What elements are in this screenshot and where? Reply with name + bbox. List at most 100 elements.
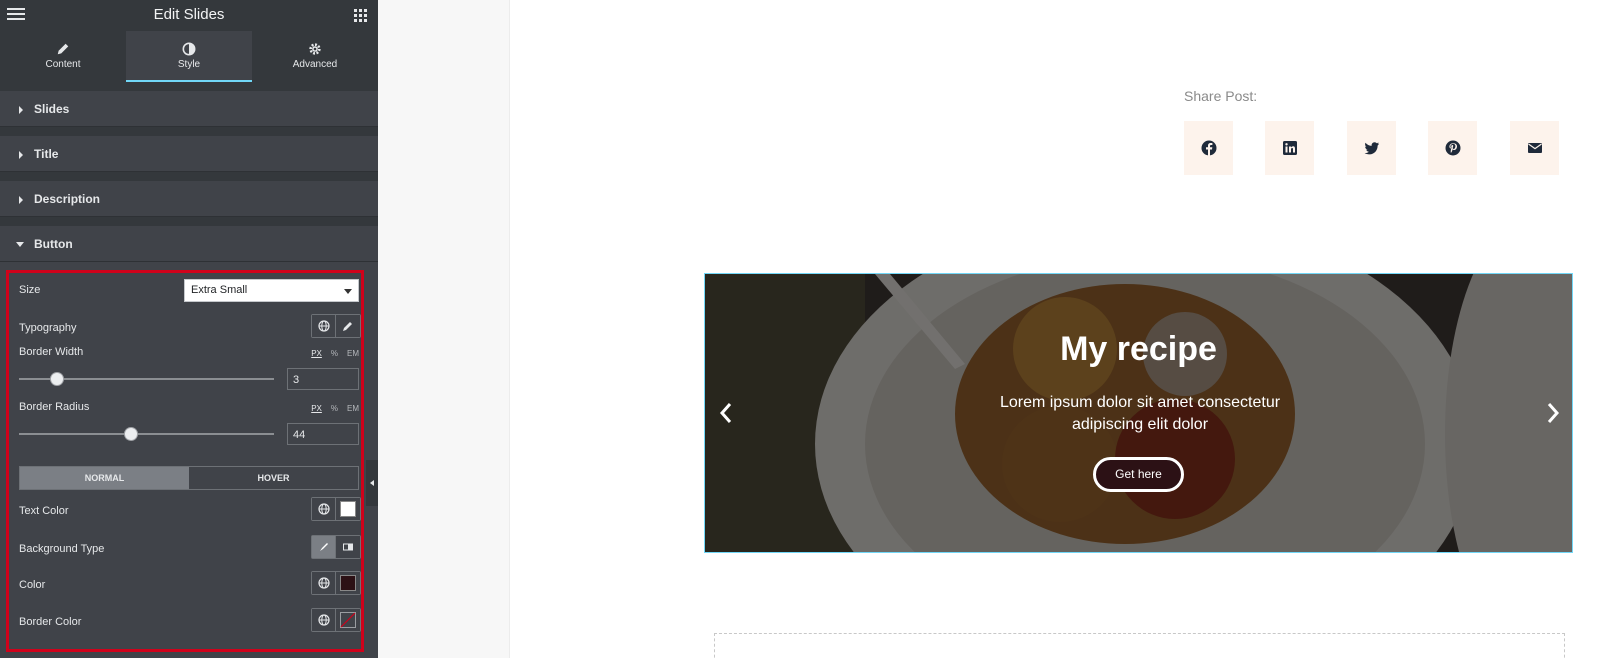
page-preview: Share Post: My recipe Lorem ipsum dolor … [378,0,1619,658]
global-color-button[interactable] [312,609,336,631]
globe-icon [317,614,330,626]
unit-px[interactable]: PX [311,404,322,413]
chevron-down-icon [344,289,352,294]
unit-px[interactable]: PX [311,349,322,358]
section-label: Slides [34,102,70,116]
color-swatch [340,575,356,591]
text-color-label: Text Color [19,505,69,517]
tab-advanced[interactable]: Advanced [252,31,378,82]
chevron-right-icon[interactable] [1546,402,1560,424]
section-title[interactable]: Title [0,136,378,172]
tab-style[interactable]: Style [126,31,252,82]
color-swatch [340,501,356,517]
chevron-left-icon [370,480,374,486]
text-color-controls [311,497,361,521]
section-gap [0,172,378,181]
border-width-units: PX % EM [311,349,359,358]
unit-percent[interactable]: % [331,349,338,358]
state-switcher: NORMAL HOVER [19,466,359,490]
section-slides[interactable]: Slides [0,91,378,127]
panel-tabs: Content Style Advanced [0,31,378,82]
share-twitter-button[interactable] [1347,121,1396,175]
text-color-swatch-button[interactable] [336,498,360,520]
slide-title: My recipe [1060,330,1217,368]
edit-typography-button[interactable] [336,315,360,337]
pencil-icon [57,43,69,55]
border-color-controls [311,608,361,632]
pinterest-icon [1445,140,1460,156]
app-window: Edit Slides Content Style Advanced Slide… [0,0,1619,658]
global-color-button[interactable] [312,498,336,520]
section-button[interactable]: Button [0,226,378,262]
unit-percent[interactable]: % [331,404,338,413]
slide-cta-button[interactable]: Get here [1093,457,1184,492]
share-pinterest-button[interactable] [1428,121,1477,175]
tab-advanced-label: Advanced [292,59,338,70]
pencil-icon [343,322,352,331]
global-color-button[interactable] [312,572,336,594]
section-gap [0,127,378,136]
empty-color-swatch-icon [340,612,356,628]
size-select-value: Extra Small [191,284,248,296]
chevron-left-icon[interactable] [719,402,733,424]
globe-icon [317,320,330,332]
facebook-icon [1201,140,1216,156]
size-select[interactable]: Extra Small [184,279,359,302]
gear-icon [309,43,321,55]
border-radius-slider[interactable] [19,427,274,441]
share-facebook-button[interactable] [1184,121,1233,175]
editor-panel: Edit Slides Content Style Advanced Slide… [0,0,378,658]
border-color-label: Border Color [19,616,82,628]
globe-icon [317,503,330,515]
section-label: Title [34,147,59,161]
section-gap [0,217,378,226]
slide-description: Lorem ipsum dolor sit amet consectetur a… [999,394,1281,433]
caret-right-icon [19,106,23,114]
preview-sidebar-strip [378,0,510,658]
caret-right-icon [19,196,23,204]
slides-widget[interactable]: My recipe Lorem ipsum dolor sit amet con… [704,273,1573,553]
slider-handle[interactable] [124,427,139,441]
slider-handle[interactable] [50,372,65,386]
widgets-grid-icon[interactable] [354,9,367,22]
color-label: Color [19,579,46,591]
unit-em[interactable]: EM [347,349,359,358]
section-description[interactable]: Description [0,181,378,217]
border-width-slider[interactable] [19,372,274,386]
caret-down-icon [16,242,24,247]
background-type-label: Background Type [19,543,105,555]
color-swatch-button[interactable] [336,572,360,594]
empty-section-placeholder[interactable] [714,633,1565,658]
section-label: Description [34,192,101,206]
border-width-input[interactable]: 3 [287,368,359,390]
panel-header: Edit Slides [0,0,378,31]
brush-icon [319,543,328,551]
background-gradient-button[interactable] [336,536,360,558]
border-radius-units: PX % EM [311,404,359,413]
linkedin-icon [1282,141,1297,155]
size-label: Size [19,284,41,296]
slider-track [19,433,274,435]
collapse-panel-button[interactable] [366,460,378,506]
global-typography-button[interactable] [312,315,336,337]
tab-hover[interactable]: HOVER [189,467,358,489]
border-color-swatch-button[interactable] [336,609,360,631]
color-controls [311,571,361,595]
envelope-icon [1527,143,1542,153]
background-type-choices [311,535,361,559]
typography-controls [311,314,361,338]
button-controls-highlight: Size Extra Small Typography Border Width… [6,270,364,652]
typography-label: Typography [19,322,77,334]
gradient-icon [343,543,353,551]
border-radius-label: Border Radius [19,401,90,413]
background-classic-button[interactable] [312,536,336,558]
tab-content[interactable]: Content [0,31,126,82]
share-linkedin-button[interactable] [1265,121,1314,175]
share-email-button[interactable] [1510,121,1559,175]
border-radius-input[interactable]: 44 [287,423,359,445]
tab-content-label: Content [45,59,81,70]
unit-em[interactable]: EM [347,404,359,413]
share-post-label: Share Post: [1184,88,1258,104]
tab-style-label: Style [177,59,201,70]
tab-normal[interactable]: NORMAL [20,467,189,489]
